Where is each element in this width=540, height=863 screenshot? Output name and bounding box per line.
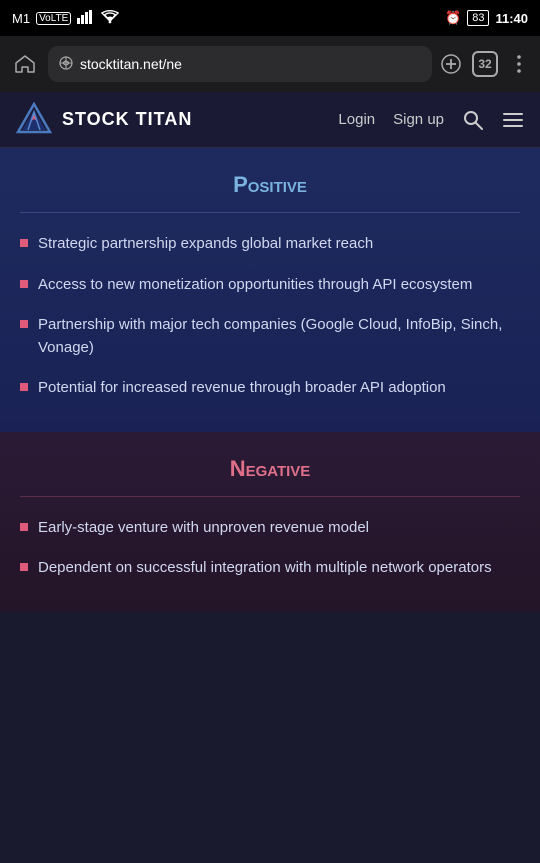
url-text: stocktitan.net/ne — [80, 56, 182, 72]
signup-link[interactable]: Sign up — [393, 111, 444, 128]
nav-bar: STOCK TITAN Login Sign up — [0, 92, 540, 148]
list-item: Dependent on successful integration with… — [20, 557, 520, 580]
site-logo[interactable]: STOCK TITAN — [16, 102, 338, 138]
tab-count-number: 32 — [478, 57, 491, 71]
signal-icon — [77, 10, 95, 27]
list-item: Strategic partnership expands global mar… — [20, 233, 520, 256]
list-item-text: Potential for increased revenue through … — [38, 377, 446, 400]
nav-links: Login Sign up — [338, 109, 524, 131]
battery-indicator: 83 — [467, 10, 489, 26]
wifi-icon — [101, 10, 119, 27]
bullet-icon — [20, 320, 28, 328]
bullet-icon — [20, 563, 28, 571]
bullet-icon — [20, 383, 28, 391]
negative-section: Negative Early-stage venture with unprov… — [0, 432, 540, 612]
list-item-text: Dependent on successful integration with… — [38, 557, 492, 580]
positive-section: Positive Strategic partnership expands g… — [0, 148, 540, 432]
list-item: Partnership with major tech companies (G… — [20, 314, 520, 359]
bullet-icon — [20, 523, 28, 531]
positive-divider — [20, 212, 520, 213]
bullet-icon — [20, 239, 28, 247]
volte-badge: VoLTE — [36, 12, 71, 25]
bullet-icon — [20, 280, 28, 288]
more-options-button[interactable] — [508, 53, 530, 75]
logo-icon — [16, 102, 52, 138]
tab-count-badge[interactable]: 32 — [472, 51, 498, 77]
browser-bar: stocktitan.net/ne 32 — [0, 36, 540, 92]
list-item-text: Access to new monetization opportunities… — [38, 274, 472, 297]
alarm-icon: ⏰ — [445, 10, 461, 26]
home-button[interactable] — [10, 49, 40, 79]
url-bar[interactable]: stocktitan.net/ne — [48, 46, 432, 82]
logo-text: STOCK TITAN — [62, 109, 192, 130]
list-item: Access to new monetization opportunities… — [20, 274, 520, 297]
negative-divider — [20, 496, 520, 497]
list-item-text: Early-stage venture with unproven revenu… — [38, 517, 369, 540]
list-item: Potential for increased revenue through … — [20, 377, 520, 400]
browser-actions: 32 — [440, 51, 530, 77]
list-item-text: Strategic partnership expands global mar… — [38, 233, 373, 256]
negative-title: Negative — [20, 456, 520, 482]
status-left: M1 VoLTE — [12, 10, 119, 27]
negative-list: Early-stage venture with unproven revenu… — [20, 517, 520, 580]
battery-level: 83 — [467, 10, 489, 26]
add-tab-button[interactable] — [440, 53, 462, 75]
list-item: Early-stage venture with unproven revenu… — [20, 517, 520, 540]
positive-list: Strategic partnership expands global mar… — [20, 233, 520, 400]
status-bar: M1 VoLTE ⏰ 83 11:40 — [0, 0, 540, 36]
list-item-text: Partnership with major tech companies (G… — [38, 314, 520, 359]
url-security-icon — [58, 55, 74, 74]
main-content: Positive Strategic partnership expands g… — [0, 148, 540, 612]
carrier-label: M1 — [12, 11, 30, 26]
time-display: 11:40 — [495, 11, 528, 26]
menu-button[interactable] — [502, 109, 524, 131]
search-button[interactable] — [462, 109, 484, 131]
positive-title: Positive — [20, 172, 520, 198]
login-link[interactable]: Login — [338, 111, 375, 128]
status-right: ⏰ 83 11:40 — [445, 10, 528, 26]
